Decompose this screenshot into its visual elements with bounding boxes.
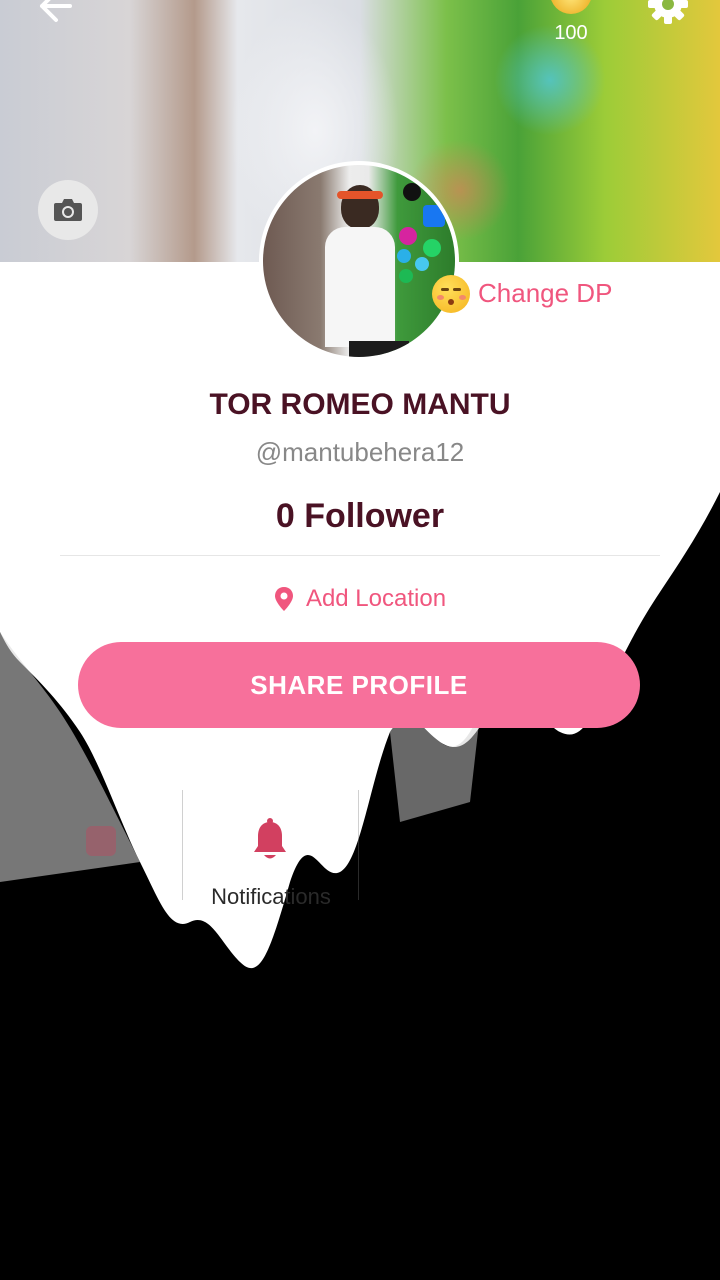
- kissing-emoji-icon: [432, 275, 470, 313]
- bell-icon[interactable]: [250, 818, 290, 862]
- facebook-icon: [423, 205, 445, 227]
- camera-button[interactable]: [38, 180, 98, 240]
- profile-avatar[interactable]: [259, 161, 459, 361]
- divider: [60, 555, 660, 556]
- coin-count: 100: [554, 22, 588, 44]
- location-pin-icon: [274, 587, 293, 611]
- notifications-tab-label[interactable]: Notifications: [183, 884, 359, 910]
- camera-icon: [54, 199, 82, 221]
- whatsapp-icon: [423, 239, 441, 257]
- tiktok-icon: [403, 183, 421, 201]
- add-location-label: Add Location: [305, 585, 447, 612]
- telegram-icon: [397, 249, 411, 263]
- change-dp-link[interactable]: Change DP: [478, 278, 612, 309]
- profile-panel-background: [0, 262, 720, 969]
- spotify-icon: [399, 269, 413, 283]
- twitter-icon: [415, 257, 429, 271]
- gear-icon[interactable]: [646, 0, 690, 30]
- profile-name: TOR ROMEO MANTU: [209, 388, 511, 421]
- calendar-icon[interactable]: [86, 826, 116, 856]
- avatar-photo: [263, 165, 455, 357]
- person-body: [325, 227, 395, 347]
- profile-handle: @mantubehera12: [255, 437, 465, 467]
- share-profile-button[interactable]: SHARE PROFILE: [78, 642, 640, 728]
- person-headband: [337, 191, 383, 199]
- follower-count[interactable]: 0 Follower: [0, 497, 720, 536]
- person-legs: [349, 341, 409, 357]
- add-location-button[interactable]: Add Location: [0, 585, 720, 613]
- instagram-icon: [399, 227, 417, 245]
- arrow-left-icon[interactable]: [34, 0, 74, 26]
